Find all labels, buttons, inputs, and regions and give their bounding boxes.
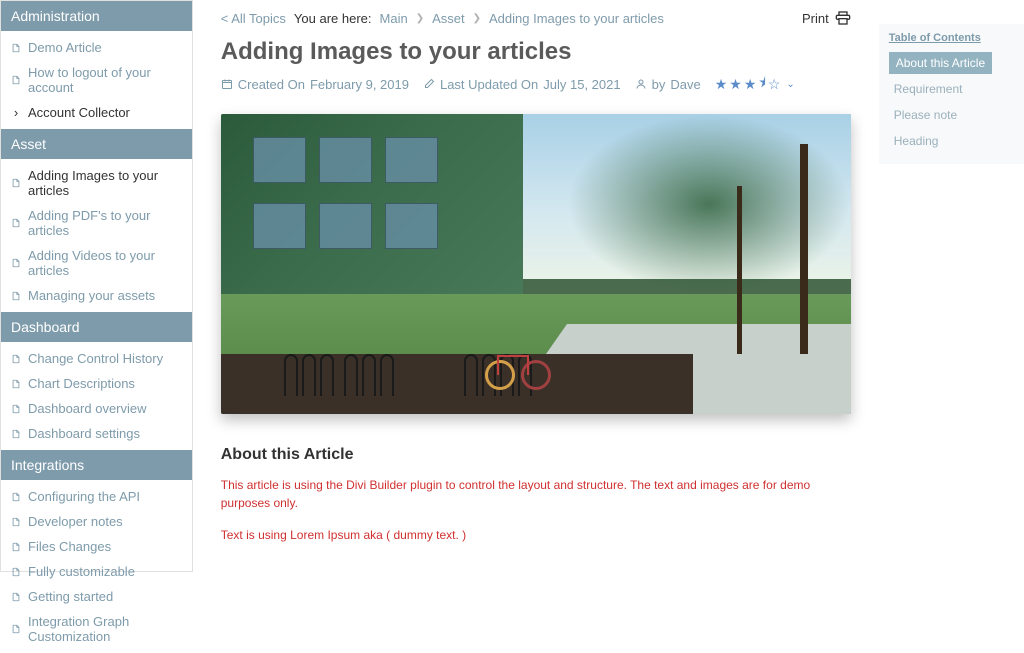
sidebar-nav: Administration Demo Article How to logout … xyxy=(0,0,193,572)
sidebar-item[interactable]: Developer notes xyxy=(1,509,192,534)
file-icon xyxy=(11,542,21,552)
file-icon xyxy=(11,624,21,634)
about-p1: This article is using the Divi Builder p… xyxy=(221,476,851,512)
sidebar-item[interactable]: Configuring the API xyxy=(1,484,192,509)
created-date: February 9, 2019 xyxy=(310,77,409,92)
star-empty-icon: ☆ xyxy=(768,76,781,93)
star-icon: ★ xyxy=(744,76,757,93)
user-icon xyxy=(635,78,647,90)
sidebar-item[interactable]: Adding PDF's to your articles xyxy=(1,203,192,243)
file-icon xyxy=(11,404,21,414)
sidebar-item-label: Dashboard settings xyxy=(28,426,140,441)
updated-label: Last Updated On xyxy=(440,77,538,92)
updated-date: July 15, 2021 xyxy=(543,77,620,92)
sidebar-item[interactable]: Demo Article xyxy=(1,35,192,60)
you-are-here-label: You are here: xyxy=(294,11,372,26)
sidebar-item-label: Integration Graph Customization xyxy=(28,614,182,644)
file-icon xyxy=(11,218,21,228)
sidebar-item[interactable]: Files Changes xyxy=(1,534,192,559)
created-label: Created On xyxy=(238,77,305,92)
file-icon xyxy=(11,43,21,53)
sidebar-item[interactable]: Getting started xyxy=(1,584,192,609)
sidebar-item-label: Chart Descriptions xyxy=(28,376,135,391)
file-icon xyxy=(11,178,21,188)
about-p2: Text is using Lorem Ipsum aka ( dummy te… xyxy=(221,526,851,544)
star-icon: ★ xyxy=(715,76,728,93)
sidebar-item[interactable]: Integration Graph Customization xyxy=(1,609,192,649)
file-icon xyxy=(11,75,21,85)
page-title: Adding Images to your articles xyxy=(221,38,851,66)
sidebar-item[interactable]: Managing your assets xyxy=(1,283,192,308)
toc-item[interactable]: About this Article xyxy=(889,52,992,74)
sidebar-item[interactable]: Dashboard overview xyxy=(1,396,192,421)
file-icon xyxy=(11,379,21,389)
print-icon xyxy=(835,10,851,26)
rating-stars[interactable]: ★ ★ ★ ⯨ ☆ ⌄ xyxy=(715,72,795,96)
sidebar-item-label: Configuring the API xyxy=(28,489,140,504)
sidebar-item-label: Developer notes xyxy=(28,514,123,529)
article-meta: Created On February 9, 2019 Last Updated… xyxy=(221,72,851,96)
sidebar-item-label: Change Control History xyxy=(28,351,163,366)
file-icon xyxy=(11,291,21,301)
sidebar-item-label: Adding Videos to your articles xyxy=(28,248,182,278)
breadcrumb-asset[interactable]: Asset xyxy=(432,11,465,26)
calendar-icon xyxy=(221,78,233,90)
sidebar-item[interactable]: Change Control History xyxy=(1,346,192,371)
by-label: by xyxy=(652,77,666,92)
star-icon: ★ xyxy=(729,76,742,93)
star-half-icon: ⯨ xyxy=(758,72,765,96)
sidebar-item[interactable]: How to logout of your account xyxy=(1,60,192,100)
file-icon xyxy=(11,517,21,527)
sidebar-item-label: Account Collector xyxy=(28,105,130,120)
file-icon xyxy=(11,492,21,502)
print-button[interactable]: Print xyxy=(802,10,851,26)
toc-item[interactable]: Requirement xyxy=(889,78,1014,100)
file-icon xyxy=(11,354,21,364)
table-of-contents: Table of Contents About this Article Requ… xyxy=(879,24,1024,164)
sidebar-item-label: Getting started xyxy=(28,589,113,604)
toc-item[interactable]: Heading xyxy=(889,130,1014,152)
sidebar-item-label: Files Changes xyxy=(28,539,111,554)
sidebar-item[interactable]: › Account Collector xyxy=(1,100,192,125)
about-heading: About this Article xyxy=(221,446,851,464)
sidebar-item[interactable]: Adding Videos to your articles xyxy=(1,243,192,283)
breadcrumb: < All Topics You are here: Main ❯ Asset … xyxy=(221,11,664,26)
sidebar-item[interactable]: Adding Images to your articles xyxy=(1,163,192,203)
edit-icon xyxy=(423,78,435,90)
hero-image xyxy=(221,114,851,414)
breadcrumb-main[interactable]: Main xyxy=(380,11,408,26)
sidebar-item-label: Dashboard overview xyxy=(28,401,147,416)
author-name: Dave xyxy=(670,77,700,92)
all-topics-link[interactable]: < All Topics xyxy=(221,11,286,26)
sidebar-item[interactable]: Dashboard settings xyxy=(1,421,192,446)
print-label: Print xyxy=(802,11,829,26)
toc-title: Table of Contents xyxy=(889,32,1014,44)
sidebar-section-header[interactable]: Integrations xyxy=(1,450,192,480)
sidebar-item-label: Adding PDF's to your articles xyxy=(28,208,182,238)
sidebar-item-label: Demo Article xyxy=(28,40,102,55)
chevron-right-icon: ❯ xyxy=(416,13,424,24)
sidebar-section-header[interactable]: Administration xyxy=(1,1,192,31)
file-icon xyxy=(11,258,21,268)
file-icon xyxy=(11,592,21,602)
toc-item[interactable]: Please note xyxy=(889,104,1014,126)
sidebar-item[interactable]: Chart Descriptions xyxy=(1,371,192,396)
sidebar-item-label: Adding Images to your articles xyxy=(28,168,182,198)
chevron-right-icon: ❯ xyxy=(473,13,481,24)
chevron-right-icon: › xyxy=(11,108,21,118)
sidebar-item-label: Managing your assets xyxy=(28,288,155,303)
sidebar-section-header[interactable]: Asset xyxy=(1,129,192,159)
breadcrumb-current[interactable]: Adding Images to your articles xyxy=(489,11,664,26)
chevron-down-icon[interactable]: ⌄ xyxy=(786,79,794,90)
sidebar-section-header[interactable]: Dashboard xyxy=(1,312,192,342)
sidebar-item-label: How to logout of your account xyxy=(28,65,182,95)
file-icon xyxy=(11,429,21,439)
main-content: < All Topics You are here: Main ❯ Asset … xyxy=(193,0,879,572)
